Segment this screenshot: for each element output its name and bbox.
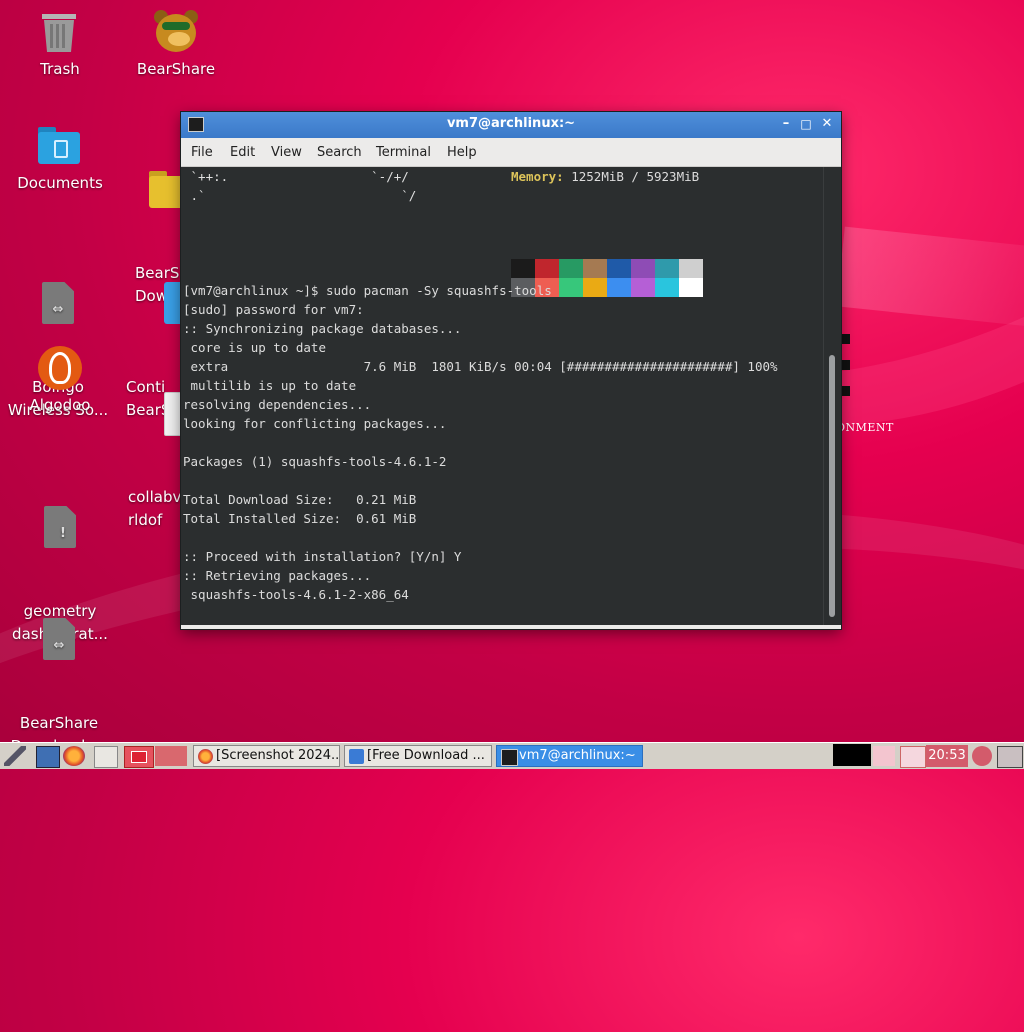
task-free-download[interactable]: [Free Download ...: [344, 745, 492, 767]
task-terminal[interactable]: vm7@archlinux:~: [496, 745, 643, 767]
terminal-line: multilib is up to date: [183, 378, 357, 393]
desktop-icon-documents[interactable]: Documents: [5, 124, 115, 195]
terminal-line: :: Retrieving packages...: [183, 568, 372, 583]
neofetch-art: `++:. `-/+/: [183, 169, 409, 184]
power-icon[interactable]: [972, 746, 992, 766]
desktop-icon-trash[interactable]: Trash: [5, 10, 115, 81]
start-menu-icon[interactable]: [4, 746, 26, 766]
color-swatch: [679, 259, 703, 278]
color-swatch: [607, 259, 631, 278]
terminal-icon: [501, 749, 518, 766]
neofetch-art: .` `/: [183, 188, 417, 203]
firefox-icon: [198, 749, 213, 764]
firefox-icon[interactable]: [63, 746, 85, 766]
folder-icon: [38, 124, 82, 168]
desktop-icon-algodoo[interactable]: Algodoo: [5, 346, 115, 417]
color-swatch: [679, 278, 703, 297]
task-label: [Screenshot 2024...: [216, 748, 340, 763]
menu-edit[interactable]: Edit: [230, 145, 255, 160]
terminal-line: core is up to date: [183, 340, 326, 355]
terminal-line: :: Synchronizing package databases...: [183, 321, 462, 336]
task-screenshot[interactable]: [Screenshot 2024...: [193, 745, 340, 767]
desktop-icon-bearshare[interactable]: BearShare: [121, 10, 231, 81]
task-label: vm7@archlinux:~: [519, 748, 636, 763]
terminal-window[interactable]: vm7@archlinux:~ – □ ✕ File Edit View Sea…: [181, 112, 841, 629]
menu-search[interactable]: Search: [317, 145, 362, 160]
desktop-icon-label: BearShare: [136, 60, 216, 78]
memory-label: Memory:: [511, 169, 564, 184]
workspace-2[interactable]: [155, 746, 187, 766]
color-swatch: [511, 259, 535, 278]
terminal-scrollbar[interactable]: [823, 167, 841, 625]
terminal-line: [vm7@archlinux ~]$ sudo pacman -Sy squas…: [183, 283, 552, 298]
color-swatch: [535, 259, 559, 278]
terminal-line: Total Installed Size: 0.61 MiB: [183, 511, 417, 526]
desktop-icon-label: Documents: [17, 174, 103, 192]
workspace-1[interactable]: [124, 746, 154, 768]
system-monitor-icon[interactable]: [833, 744, 871, 766]
tray-icon[interactable]: [873, 746, 895, 766]
app-icon: [349, 749, 364, 764]
maximize-button[interactable]: □: [797, 115, 815, 133]
task-label: [Free Download ...: [367, 748, 485, 763]
scrollbar-thumb[interactable]: [829, 355, 835, 617]
window-title: vm7@archlinux:~: [446, 116, 576, 131]
terminal-output[interactable]: `++:. `-/+/ .` `/ Memory: 1252MiB / 5923…: [181, 167, 824, 625]
color-swatch: [559, 259, 583, 278]
window-bottom-edge: [181, 625, 841, 629]
terminal-line: Total Download Size: 0.21 MiB: [183, 492, 417, 507]
color-swatch: [655, 278, 679, 297]
terminal-line: Packages (1) squashfs-tools-4.6.1-2: [183, 454, 447, 469]
close-button[interactable]: ✕: [818, 115, 836, 133]
color-swatch: [583, 259, 607, 278]
menu-bar: File Edit View Search Terminal Help: [181, 138, 841, 167]
terminal-line: extra 7.6 MiB 1801 KiB/s 00:04 [########…: [183, 359, 778, 374]
file-manager-icon[interactable]: [36, 746, 60, 768]
neofetch-memory: Memory: 1252MiB / 5923MiB: [511, 167, 699, 186]
terminal-line: squashfs-tools-4.6.1-2-x86_64: [183, 587, 409, 602]
menu-help[interactable]: Help: [447, 145, 477, 160]
memory-value: 1252MiB / 5923MiB: [563, 169, 700, 184]
terminal-line: resolving dependencies...: [183, 397, 372, 412]
file-icon: !: [38, 506, 82, 550]
logout-icon[interactable]: [997, 746, 1023, 768]
bearshare-icon: [154, 10, 198, 54]
menu-terminal[interactable]: Terminal: [376, 145, 431, 160]
algodoo-icon: [38, 346, 82, 390]
color-swatch: [559, 278, 583, 297]
desktop-icon-label: Trash: [40, 60, 80, 78]
terminal-line: :: Proceed with installation? [Y/n] Y: [183, 549, 462, 564]
menu-file[interactable]: File: [191, 145, 213, 160]
file-icon: ⇔: [37, 618, 81, 662]
background-window-fragment: [842, 334, 850, 412]
minimize-button[interactable]: –: [777, 115, 795, 133]
window-titlebar[interactable]: vm7@archlinux:~ – □ ✕: [181, 112, 841, 138]
show-desktop-icon[interactable]: [94, 746, 118, 768]
terminal-line: [sudo] password for vm7:: [183, 302, 364, 317]
clock[interactable]: 20:53: [926, 745, 968, 767]
trash-icon: [38, 10, 82, 54]
color-swatch: [607, 278, 631, 297]
desktop-icon-label: Algodoo: [29, 396, 91, 414]
color-swatch: [631, 278, 655, 297]
terminal-line: looking for conflicting packages...: [183, 416, 447, 431]
menu-view[interactable]: View: [271, 145, 302, 160]
color-swatch: [583, 278, 607, 297]
background-text: ONMENT: [836, 421, 894, 434]
file-icon: ⇔: [36, 282, 80, 326]
color-swatch: [631, 259, 655, 278]
color-swatch: [655, 259, 679, 278]
taskbar: [Screenshot 2024... [Free Download ... v…: [0, 742, 1024, 769]
update-icon[interactable]: [900, 746, 926, 768]
